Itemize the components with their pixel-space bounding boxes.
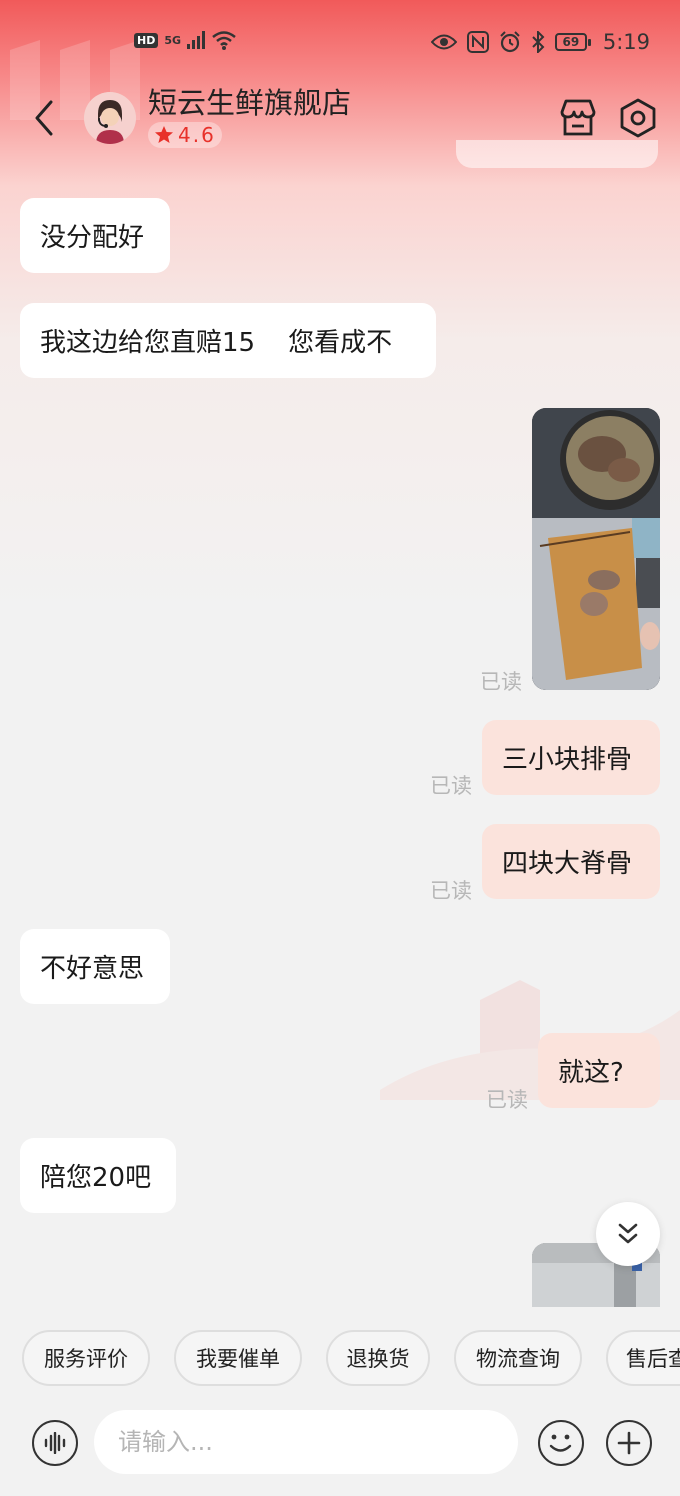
chip-after-sales[interactable]: 售后查 <box>606 1330 680 1386</box>
food-photo <box>532 408 660 690</box>
shop-name: 短云生鲜旗舰店 <box>148 86 352 120</box>
scroll-to-bottom-button[interactable] <box>596 1202 660 1266</box>
chip-return-exchange[interactable]: 退换货 <box>326 1330 430 1386</box>
smiley-icon <box>549 1434 572 1452</box>
avatar[interactable] <box>84 92 136 144</box>
read-receipt: 已读 <box>430 879 472 903</box>
message-bubble-out[interactable]: 就这? <box>538 1033 660 1108</box>
chip-logistics[interactable]: 物流查询 <box>454 1330 582 1386</box>
star-icon <box>155 126 173 143</box>
message-bubble-in[interactable]: 陪您20吧 <box>20 1138 176 1213</box>
back-icon <box>35 100 53 136</box>
message-bubble-out[interactable]: 三小块排骨 <box>482 720 660 795</box>
message-image[interactable] <box>532 408 660 690</box>
chip-service-rating[interactable]: 服务评价 <box>22 1330 150 1386</box>
voice-button[interactable] <box>32 1420 78 1466</box>
emoji-button[interactable] <box>538 1420 584 1466</box>
back-button[interactable] <box>24 90 64 146</box>
battery-level: 69 <box>562 35 580 49</box>
more-button[interactable] <box>606 1420 652 1466</box>
status-bar: HD 5G 69 5:19 <box>0 26 680 62</box>
wifi-icon <box>212 31 236 50</box>
double-chevron-down-icon <box>618 1223 638 1244</box>
message-bubble-out[interactable]: 四块大脊骨 <box>482 824 660 899</box>
voice-wave-icon <box>44 1432 66 1454</box>
message-bubble-in[interactable]: 我这边给您直赔15 您看成不 <box>20 303 436 378</box>
clock: 5:19 <box>602 30 650 54</box>
store-button[interactable] <box>556 96 600 140</box>
input-bar <box>0 1400 680 1496</box>
read-receipt: 已读 <box>480 670 522 694</box>
network-label: 5G <box>164 33 182 47</box>
shop-rating: 4.6 <box>148 122 222 148</box>
battery-icon: 69 <box>554 33 591 51</box>
settings-button[interactable] <box>616 96 660 140</box>
settings-icon <box>620 98 656 138</box>
hd-badge: HD <box>134 32 159 48</box>
read-receipt: 已读 <box>486 1088 528 1112</box>
store-icon <box>560 99 596 136</box>
rating-value: 4.6 <box>178 123 216 147</box>
message-input[interactable] <box>94 1410 518 1474</box>
signal-icon <box>187 31 206 49</box>
bluetooth-icon <box>532 31 545 53</box>
quick-action-bar: 服务评价 我要催单 退换货 物流查询 售后查 <box>0 1330 680 1386</box>
read-receipt: 已读 <box>430 774 472 798</box>
chip-urge-order[interactable]: 我要催单 <box>174 1330 302 1386</box>
alarm-icon <box>500 31 520 53</box>
nfc-icon <box>466 31 489 53</box>
message-bubble-in[interactable]: 没分配好 <box>20 198 170 273</box>
previous-message-bubble <box>456 140 658 168</box>
message-bubble-in[interactable]: 不好意思 <box>20 929 170 1004</box>
eye-icon <box>430 34 457 50</box>
customer-service-avatar-icon <box>84 92 136 144</box>
plus-icon <box>617 1431 641 1455</box>
